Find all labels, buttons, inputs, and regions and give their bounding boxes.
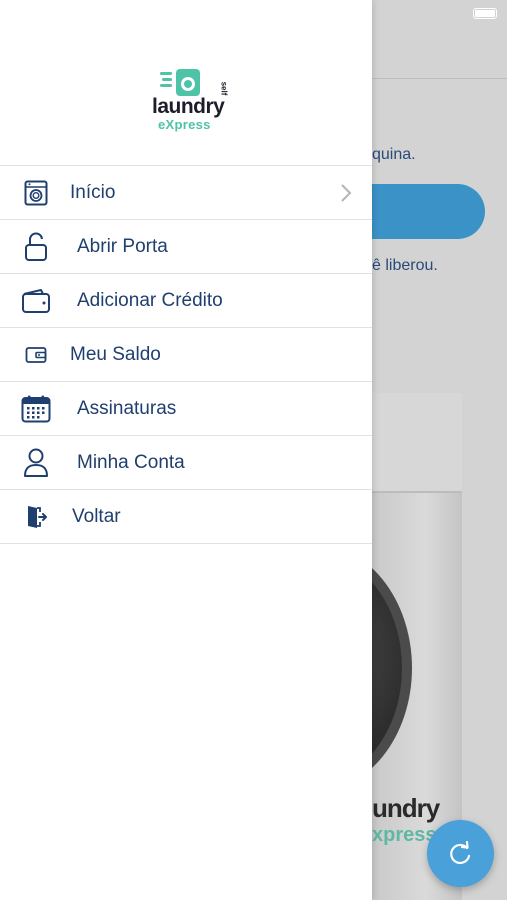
wallet-icon <box>20 286 52 316</box>
battery-icon <box>473 8 497 19</box>
logo-machine-icon <box>160 69 200 96</box>
menu-label-voltar: Voltar <box>72 506 121 527</box>
machine-panel <box>372 393 462 493</box>
menu-item-meu-saldo[interactable]: Meu Saldo <box>0 328 372 382</box>
menu-label-inicio: Início <box>70 182 116 203</box>
refresh-button[interactable] <box>427 820 494 887</box>
menu-label-abrir-porta: Abrir Porta <box>77 236 168 257</box>
logo-self-text: self <box>219 81 229 96</box>
logo-laundry-text: laundry <box>152 95 225 118</box>
app-logo: self laundry eXpress <box>152 68 232 134</box>
user-icon <box>20 448 52 478</box>
menu-item-adicionar-credito[interactable]: Adicionar Crédito <box>0 274 372 328</box>
menu-item-voltar[interactable]: Voltar <box>0 490 372 544</box>
background-info-text: ê liberou. <box>372 257 438 274</box>
exit-door-icon <box>20 502 52 532</box>
logo-express-text: eXpress <box>158 117 211 132</box>
calendar-icon <box>20 394 52 424</box>
chevron-right-icon <box>341 184 352 202</box>
menu-item-abrir-porta[interactable]: Abrir Porta <box>0 220 372 274</box>
menu-item-assinaturas[interactable]: Assinaturas <box>0 382 372 436</box>
small-wallet-icon <box>20 340 52 370</box>
drawer-menu: Início Abrir Porta Adicionar Crédito Meu… <box>0 165 372 544</box>
menu-label-assinaturas: Assinaturas <box>77 398 177 419</box>
background-instruction-text: quina. <box>372 146 416 163</box>
side-drawer: self laundry eXpress Início Abrir Porta … <box>0 0 372 900</box>
unlock-icon <box>20 232 52 262</box>
menu-item-minha-conta[interactable]: Minha Conta <box>0 436 372 490</box>
refresh-icon <box>449 840 470 864</box>
menu-item-inicio[interactable]: Início <box>0 166 372 220</box>
washing-machine-icon <box>20 178 52 208</box>
header-divider <box>372 78 507 79</box>
machine-logo-word: undry <box>372 793 440 823</box>
menu-label-minha-conta: Minha Conta <box>77 452 185 473</box>
menu-label-adicionar-credito: Adicionar Crédito <box>77 290 223 311</box>
menu-label-meu-saldo: Meu Saldo <box>70 344 161 365</box>
